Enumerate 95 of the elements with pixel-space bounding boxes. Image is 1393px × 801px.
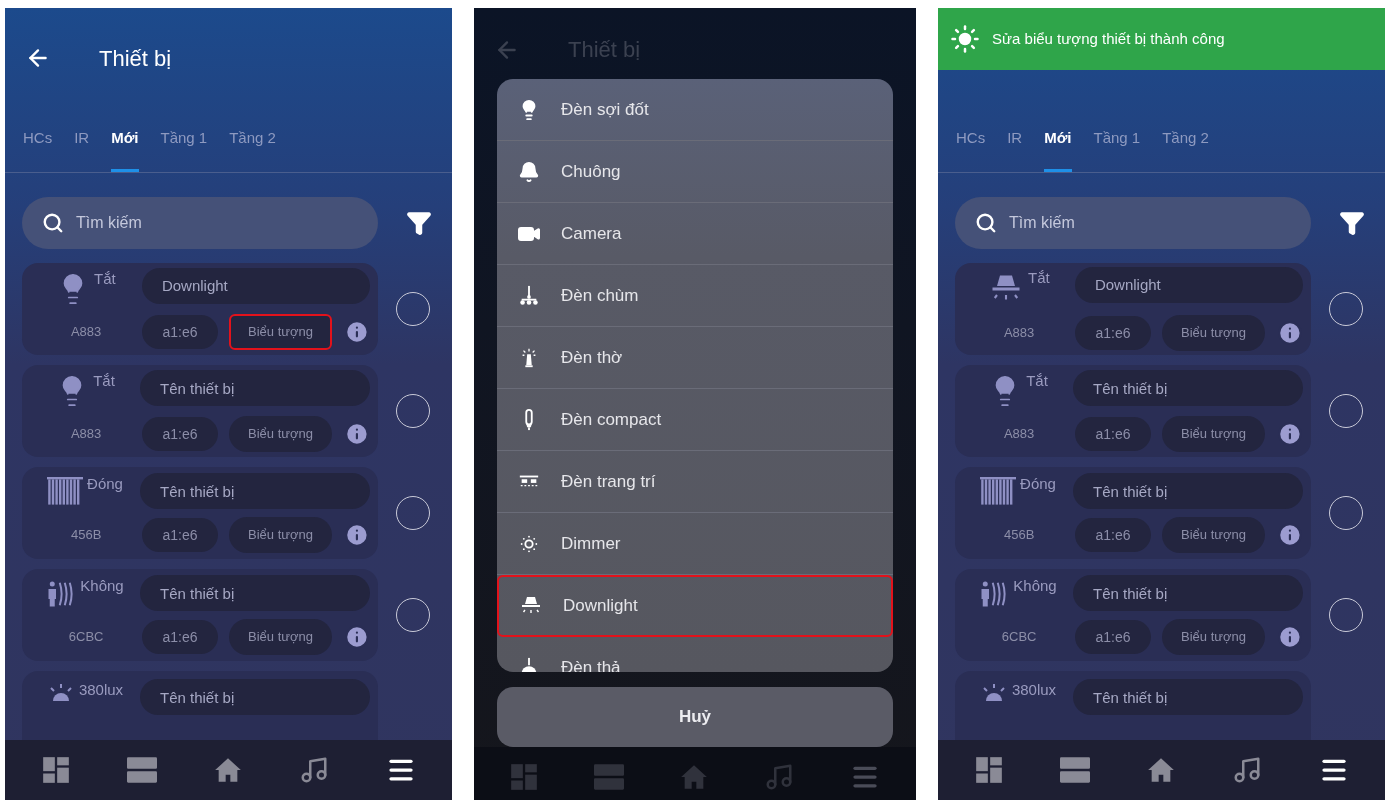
device-status: 380lux [78,680,124,700]
tab[interactable]: IR [1007,100,1023,172]
search-input[interactable]: Tìm kiếm [76,211,346,235]
tab[interactable]: Mới [111,100,139,172]
address-field[interactable]: a1:e6 [142,620,218,654]
info-icon[interactable] [344,522,370,548]
device-status: Tắt [1026,371,1048,391]
device-status: Đóng [1020,474,1056,494]
device-name-field[interactable]: Tên thiết bị [1073,370,1303,406]
device-code: A883 [1002,425,1036,444]
tab[interactable]: Tầng 2 [1162,100,1209,172]
toast-message: Sửa biểu tượng thiết bị thành công [992,28,1225,49]
icon-option[interactable]: Đèn chùm [497,265,893,327]
icon-option[interactable]: Chuông [497,141,893,203]
cancel-button[interactable]: Huỷ [497,687,893,747]
device-code: A883 [69,323,103,342]
search-field[interactable]: Tìm kiếm [22,197,378,249]
filter-icon[interactable] [406,210,432,236]
icon-picker-button[interactable]: Biểu tượng [1161,619,1266,655]
search-input[interactable]: Tìm kiếm [1009,211,1279,235]
stacked-panels-icon[interactable] [1059,756,1090,784]
device-status: 380lux [1011,680,1057,700]
info-icon[interactable] [1277,624,1303,650]
device-code: 6CBC [67,628,105,647]
device-code: 6CBC [1000,628,1038,647]
icon-picker-button[interactable]: Biểu tượng [228,314,333,350]
icon-picker-button[interactable]: Biểu tượng [228,517,333,553]
device-name-field[interactable]: Tên thiết bị [140,679,370,715]
address-field[interactable]: a1:e6 [142,518,218,552]
device-name-field[interactable]: Tên thiết bị [1073,575,1303,611]
dashboard-icon[interactable] [41,756,70,784]
sun-icon [950,24,980,54]
chandelier-icon [518,284,540,307]
info-icon[interactable] [1277,320,1303,346]
address-field[interactable]: a1:e6 [142,315,218,349]
device-code: A883 [69,425,103,444]
address-field[interactable]: a1:e6 [142,417,218,451]
device-status: Tắt [93,371,115,391]
curtain-icon [980,477,1017,506]
device-code: A883 [1002,324,1036,343]
device-status: Không [1013,576,1057,596]
stacked-panels-icon[interactable] [126,756,157,784]
device-code: 456B [1002,526,1036,545]
info-icon[interactable] [344,421,370,447]
address-field[interactable]: a1:e6 [1075,316,1151,350]
icon-option[interactable]: Dimmer [497,513,893,575]
info-icon[interactable] [344,624,370,650]
device-status: Tắt [1028,268,1050,288]
tab[interactable]: Mới [1044,100,1072,172]
device-status: Đóng [87,474,123,494]
device-name-field[interactable]: Downlight [141,268,370,304]
icon-picker-button[interactable]: Biểu tượng [228,416,333,452]
info-icon[interactable] [1277,522,1303,548]
tab[interactable]: HCs [23,100,53,172]
filter-icon[interactable] [1339,210,1365,236]
search-field[interactable]: Tìm kiếm [955,197,1311,249]
search-icon [975,212,997,234]
home-icon[interactable] [1146,757,1175,783]
icon-picker-button[interactable]: Biểu tượng [1161,315,1266,351]
device-code: 456B [69,526,103,545]
icon-option[interactable]: Đèn trang trí [497,451,893,513]
icon-picker-button[interactable]: Biểu tượng [1161,517,1266,553]
device-status: Không [80,576,124,596]
icon-option[interactable]: Downlight [497,575,893,637]
address-field[interactable]: a1:e6 [1075,417,1151,451]
tab[interactable]: IR [74,100,90,172]
device-name-field[interactable]: Tên thiết bị [1073,473,1303,509]
tab[interactable]: Tầng 2 [229,100,276,172]
tab[interactable]: HCs [956,100,986,172]
device-name-field[interactable]: Tên thiết bị [1073,679,1303,715]
icon-picker-button[interactable]: Biểu tượng [228,619,333,655]
icon-option[interactable]: Đèn compact [497,389,893,451]
device-status: Tắt [94,269,116,289]
device-name-field[interactable]: Tên thiết bị [140,575,370,611]
device-name-field[interactable]: Tên thiết bị [140,473,370,509]
music-note-icon[interactable] [1231,755,1262,785]
home-icon[interactable] [213,757,242,783]
screen-title: Thiết bị [99,44,172,73]
icon-option[interactable]: Đèn thờ [497,327,893,389]
icon-option[interactable]: Đèn sợi đốt [497,79,893,141]
icon-picker-button[interactable]: Biểu tượng [1161,416,1266,452]
tab[interactable]: Tầng 1 [1093,100,1141,172]
curtain-icon [47,477,84,506]
info-icon[interactable] [344,319,370,345]
address-field[interactable]: a1:e6 [1075,620,1151,654]
device-name-field[interactable]: Tên thiết bị [140,370,370,406]
music-note-icon[interactable] [298,755,329,785]
search-icon [42,212,64,234]
bell-icon [518,160,540,183]
address-field[interactable]: a1:e6 [1075,518,1151,552]
icon-option[interactable]: Camera [497,203,893,265]
device-name-field[interactable]: Downlight [1074,267,1303,303]
tab[interactable]: Tầng 1 [160,100,208,172]
dashboard-icon[interactable] [974,756,1003,784]
info-icon[interactable] [1277,421,1303,447]
